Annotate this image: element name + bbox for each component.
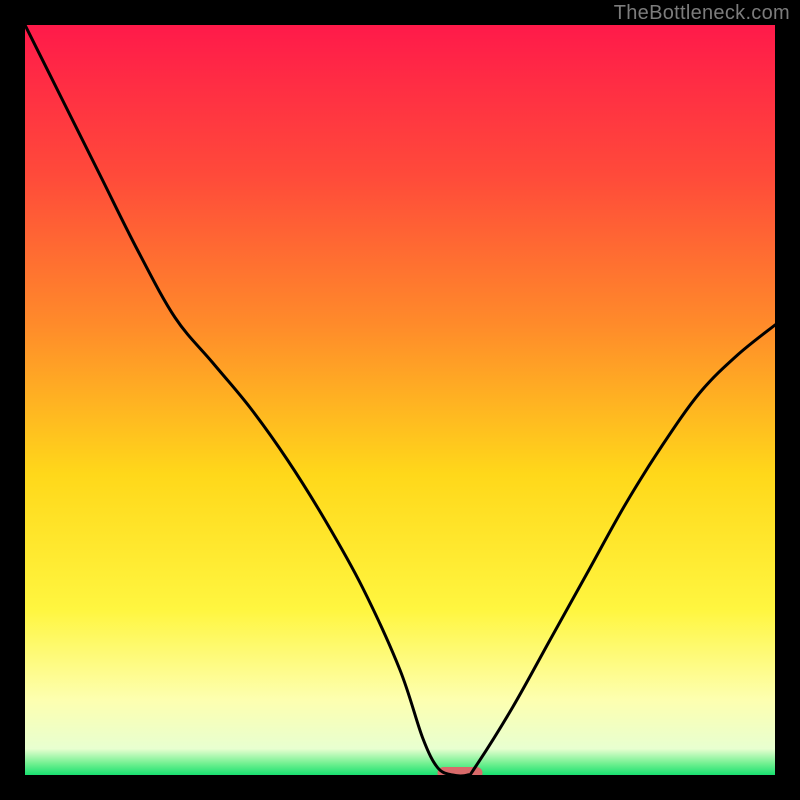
gradient-background bbox=[25, 25, 775, 775]
chart-svg bbox=[25, 25, 775, 775]
watermark-text: TheBottleneck.com bbox=[614, 2, 790, 25]
chart-frame: TheBottleneck.com bbox=[0, 0, 800, 800]
chart-plot-area bbox=[25, 25, 775, 775]
